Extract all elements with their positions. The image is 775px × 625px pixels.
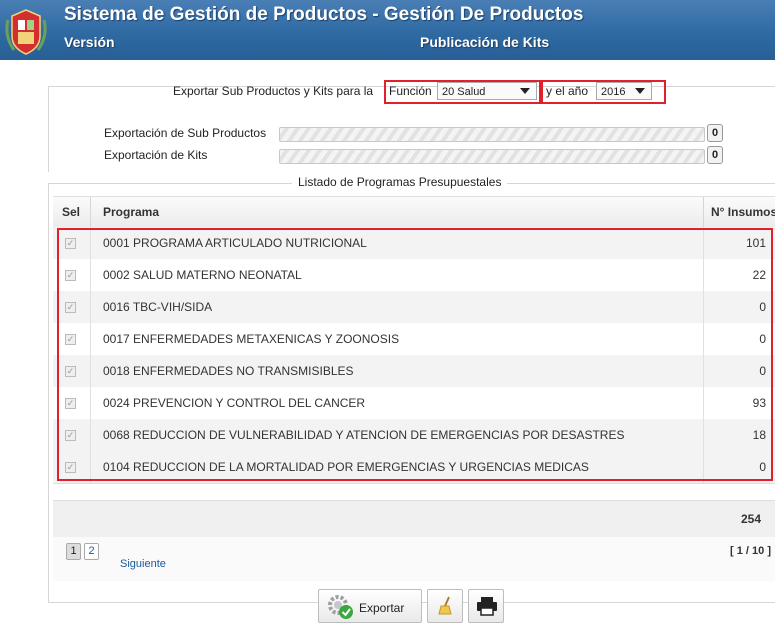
col-header-programa[interactable]: Programa: [103, 205, 159, 219]
version-label: Versión: [64, 34, 115, 50]
app-title: Sistema de Gestión de Productos - Gestió…: [64, 4, 584, 25]
print-button[interactable]: [468, 589, 504, 623]
total-row: 254: [53, 500, 775, 538]
pagination: 1 2 Siguiente [ 1 / 10 ]: [53, 537, 775, 581]
page-1-button[interactable]: 1: [66, 543, 81, 560]
page-2-button[interactable]: 2: [84, 543, 99, 560]
clear-button[interactable]: [427, 589, 463, 623]
chevron-down-icon: [635, 88, 645, 94]
chevron-down-icon: [520, 88, 530, 94]
page-info: [ 1 / 10 ]: [730, 545, 771, 557]
gear-check-icon: [328, 595, 353, 619]
broom-icon: [438, 596, 452, 615]
funcion-select[interactable]: 20 Salud: [437, 82, 537, 100]
app-header: Sistema de Gestión de Productos - Gestió…: [0, 0, 775, 60]
programs-legend: Listado de Programas Presupuestales: [292, 175, 508, 189]
selected-rows-highlight: [57, 228, 773, 481]
printer-icon: [477, 597, 497, 616]
col-divider: [90, 197, 91, 227]
kits-progress-bar: [279, 149, 705, 164]
kits-count: 0: [707, 146, 723, 164]
col-divider: [703, 197, 704, 227]
anio-select-value: 2016: [601, 86, 626, 98]
export-prefix-label: Exportar Sub Productos y Kits para la: [173, 84, 374, 98]
subproductos-count: 0: [707, 124, 723, 142]
next-page-link[interactable]: Siguiente: [120, 558, 166, 570]
table-header: Sel Programa N° Insumos: [53, 196, 775, 228]
col-header-insumos[interactable]: N° Insumos: [711, 205, 775, 219]
subproductos-progress-bar: [279, 127, 705, 142]
funcion-label: Función: [389, 84, 432, 98]
anio-select[interactable]: 2016: [596, 82, 652, 100]
funcion-select-value: 20 Salud: [442, 86, 486, 98]
kits-label: Exportación de Kits: [104, 148, 208, 162]
export-button[interactable]: Exportar: [318, 589, 422, 623]
export-button-label: Exportar: [359, 601, 405, 615]
col-header-sel[interactable]: Sel: [62, 205, 80, 219]
page-subtitle: Publicación de Kits: [420, 34, 550, 50]
total-insumos: 254: [740, 512, 761, 526]
export-filter-row: Exportar Sub Productos y Kits para la Fu…: [124, 80, 684, 104]
coat-of-arms-icon: [5, 9, 47, 55]
subproductos-label: Exportación de Sub Productos: [104, 126, 267, 140]
